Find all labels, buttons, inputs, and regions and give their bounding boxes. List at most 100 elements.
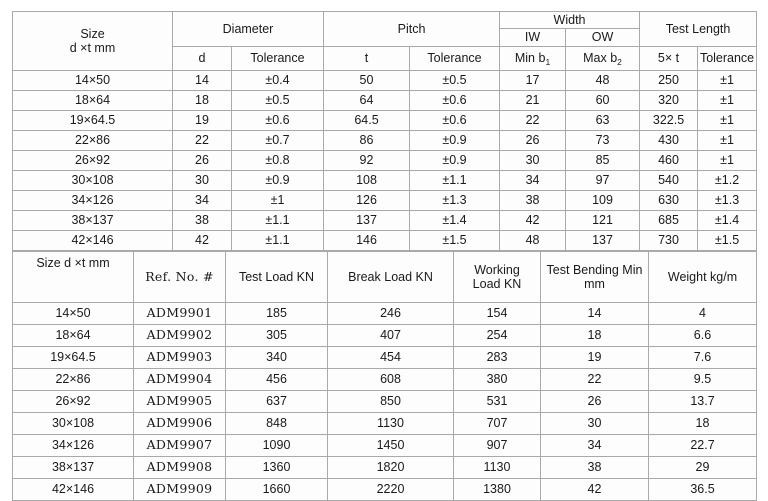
cell-len_tol: ±1: [697, 110, 758, 131]
cell-five_t: 730: [639, 230, 699, 251]
cell-size: 26×92: [12, 150, 173, 171]
cell-d: 42: [172, 230, 232, 251]
dimensions-table: Size d ×t mm Diameter Pitch Width Test L…: [12, 11, 758, 251]
cell-ref: ADM9902: [133, 324, 226, 347]
cell-size: 19×64.5: [12, 110, 173, 131]
header-weight: Weight kg/m: [648, 251, 757, 303]
cell-weight: 18: [648, 412, 757, 435]
table-row: 34×126 34 ±1 126 ±1.3 38 109 630 ±1.3: [12, 190, 758, 211]
cell-max_b2: 137: [565, 230, 641, 251]
dimensions-table-body: 14×50 14 ±0.4 50 ±0.5 17 48 250 ±1 18×64 18 ±0.5 64 ±…: [12, 70, 758, 251]
cell-weight: 7.6: [648, 346, 757, 369]
cell-min_b1: 34: [499, 170, 567, 191]
cell-max_b2: 85: [565, 150, 641, 171]
cell-weight: 22.7: [648, 434, 757, 457]
cell-break_load: 407: [327, 324, 454, 347]
table-row: 34×126 ADM9907 1090 1450 907 34 22.7: [12, 434, 757, 457]
cell-weight: 6.6: [648, 324, 757, 347]
cell-test_load: 637: [225, 390, 328, 413]
cell-t_tol: ±1.3: [408, 190, 501, 211]
cell-len_tol: ±1: [697, 90, 758, 111]
cell-bending: 18: [540, 324, 649, 347]
header-outer-width: OW: [565, 28, 641, 47]
cell-size: 30×108: [12, 412, 134, 435]
cell-working_load: 531: [453, 390, 541, 413]
table-row: 38×137 38 ±1.1 137 ±1.4 42 121 685 ±1.4: [12, 210, 758, 231]
cell-break_load: 1450: [327, 434, 454, 457]
cell-min_b1: 30: [499, 150, 567, 171]
header-test-bending: Test Bending Min mm: [540, 251, 649, 303]
header-ref-no: Ref. No. #: [133, 251, 226, 303]
header-max-b2: Max b2: [565, 46, 641, 71]
header-five-t: 5× t: [639, 46, 699, 71]
cell-max_b2: 121: [565, 210, 641, 231]
cell-break_load: 1820: [327, 456, 454, 479]
header-inner-width: IW: [499, 28, 567, 47]
cell-t_tol: ±0.9: [408, 130, 501, 151]
cell-weight: 29: [648, 456, 757, 479]
cell-d: 14: [172, 70, 232, 91]
cell-test_load: 848: [225, 412, 328, 435]
cell-test_load: 340: [225, 346, 328, 369]
cell-ref: ADM9909: [133, 478, 226, 501]
cell-break_load: 246: [327, 302, 454, 325]
cell-d: 22: [172, 130, 232, 151]
cell-d: 30: [172, 170, 232, 191]
table-row: 26×92 26 ±0.8 92 ±0.9 30 85 460 ±1: [12, 150, 758, 171]
cell-bending: 42: [540, 478, 649, 501]
cell-min_b1: 26: [499, 130, 567, 151]
cell-size: 14×50: [12, 70, 173, 91]
cell-size: 22×86: [12, 130, 173, 151]
cell-bending: 38: [540, 456, 649, 479]
header-length-tolerance: Tolerance: [697, 46, 758, 71]
cell-bending: 19: [540, 346, 649, 369]
cell-min_b1: 42: [499, 210, 567, 231]
cell-t_tol: ±0.6: [408, 110, 501, 131]
header-working-load: Working Load KN: [453, 251, 541, 303]
cell-d: 34: [172, 190, 232, 211]
cell-working_load: 1380: [453, 478, 541, 501]
cell-working_load: 380: [453, 368, 541, 391]
cell-size: 34×126: [12, 190, 173, 211]
cell-d_tol: ±0.8: [231, 150, 324, 171]
loads-table-head: Size d ×t mm Ref. No. # Test Load KN Bre…: [12, 251, 757, 303]
cell-test_load: 1090: [225, 434, 328, 457]
cell-max_b2: 97: [565, 170, 641, 191]
cell-d_tol: ±1.1: [231, 230, 324, 251]
header-diameter: Diameter: [172, 11, 324, 47]
loads-header-row: Size d ×t mm Ref. No. # Test Load KN Bre…: [12, 251, 757, 303]
cell-five_t: 430: [639, 130, 699, 151]
cell-size: 19×64.5: [12, 346, 134, 369]
cell-len_tol: ±1.5: [697, 230, 758, 251]
cell-min_b1: 22: [499, 110, 567, 131]
cell-min_b1: 38: [499, 190, 567, 211]
cell-d_tol: ±1.1: [231, 210, 324, 231]
header-loads-size: Size d ×t mm: [12, 251, 134, 303]
table-row: 18×64 18 ±0.5 64 ±0.6 21 60 320 ±1: [12, 90, 758, 111]
cell-ref: ADM9901: [133, 302, 226, 325]
cell-five_t: 250: [639, 70, 699, 91]
cell-size: 38×137: [12, 210, 173, 231]
cell-size: 30×108: [12, 170, 173, 191]
cell-d: 19: [172, 110, 232, 131]
cell-ref: ADM9903: [133, 346, 226, 369]
cell-weight: 9.5: [648, 368, 757, 391]
cell-size: 18×64: [12, 324, 134, 347]
cell-d: 38: [172, 210, 232, 231]
cell-ref: ADM9904: [133, 368, 226, 391]
cell-d: 26: [172, 150, 232, 171]
cell-t: 92: [323, 150, 410, 171]
table-row: 42×146 ADM9909 1660 2220 1380 42 36.5: [12, 478, 757, 501]
cell-min_b1: 48: [499, 230, 567, 251]
cell-five_t: 460: [639, 150, 699, 171]
cell-size: 34×126: [12, 434, 134, 457]
cell-break_load: 454: [327, 346, 454, 369]
cell-d: 18: [172, 90, 232, 111]
header-test-length: Test Length: [639, 11, 758, 47]
loads-table-body: 14×50 ADM9901 185 246 154 14 4 18×64 ADM9902 305 4…: [12, 302, 757, 501]
cell-t_tol: ±1.1: [408, 170, 501, 191]
cell-bending: 34: [540, 434, 649, 457]
spec-sheet: Size d ×t mm Diameter Pitch Width Test L…: [12, 11, 758, 501]
cell-size: 42×146: [12, 478, 134, 501]
cell-t: 50: [323, 70, 410, 91]
